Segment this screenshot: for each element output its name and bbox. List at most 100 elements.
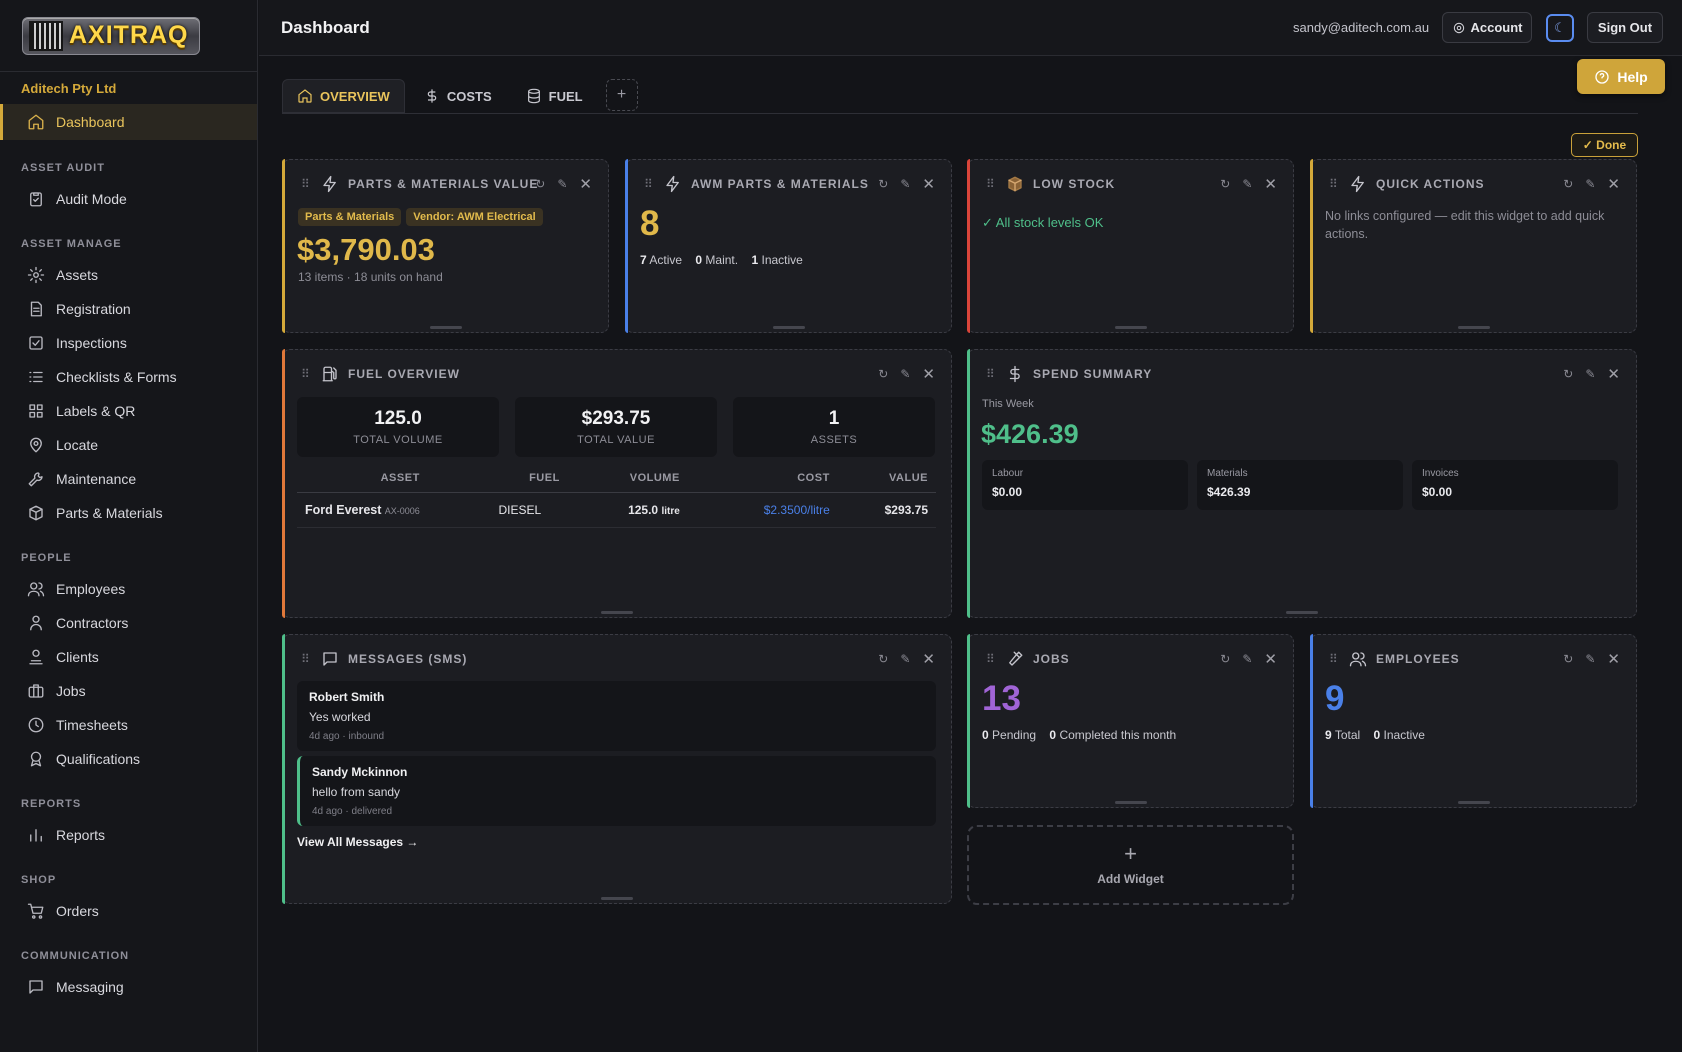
edit-icon[interactable]: ✎ (900, 367, 910, 381)
resize-handle[interactable] (772, 326, 805, 329)
refresh-icon[interactable]: ↻ (535, 177, 545, 191)
sidebar-item-timesheets[interactable]: Timesheets (0, 708, 257, 742)
sidebar-item-parts[interactable]: Parts & Materials (0, 496, 257, 530)
sidebar-item-labels[interactable]: Labels & QR (0, 394, 257, 428)
sign-out-button[interactable]: Sign Out (1587, 12, 1663, 43)
edit-icon[interactable]: ✎ (1242, 652, 1252, 666)
logo-text: AXITRAQ (69, 21, 189, 49)
sidebar-item-assets[interactable]: Assets (0, 258, 257, 292)
fuel-stat-box: $293.75 TOTAL VALUE (515, 397, 717, 457)
message-item[interactable]: Robert Smith Yes worked 4d ago · inbound (297, 681, 936, 751)
refresh-icon[interactable]: ↻ (878, 367, 888, 381)
drag-handle-icon[interactable]: ⠿ (301, 652, 315, 666)
resize-handle[interactable] (1114, 326, 1147, 329)
user-icon (30, 615, 42, 631)
wrench-icon (28, 472, 43, 487)
sidebar-item-locate[interactable]: Locate (0, 428, 257, 462)
sidebar-item-orders[interactable]: Orders (0, 894, 257, 928)
refresh-icon[interactable]: ↻ (1220, 652, 1230, 666)
sidebar-item-label: Registration (56, 301, 131, 317)
sidebar-item-inspections[interactable]: Inspections (0, 326, 257, 360)
drag-handle-icon[interactable]: ⠿ (301, 367, 315, 381)
tab-costs[interactable]: COSTS (409, 79, 507, 113)
resize-handle[interactable] (429, 326, 462, 329)
refresh-icon[interactable]: ↻ (878, 652, 888, 666)
sidebar-item-dashboard[interactable]: Dashboard (0, 104, 257, 140)
refresh-icon[interactable]: ↻ (1563, 177, 1573, 191)
dashboard-tabs: OVERVIEW COSTS FUEL + (282, 79, 638, 114)
edit-icon[interactable]: ✎ (1585, 367, 1595, 381)
sidebar-item-label: Qualifications (56, 751, 141, 767)
close-icon[interactable]: ✕ (1264, 175, 1277, 193)
help-circle-icon (1595, 69, 1609, 84)
edit-icon[interactable]: ✎ (900, 652, 910, 666)
resize-handle[interactable] (1114, 801, 1147, 804)
widget-title: MESSAGES (SMS) (348, 652, 468, 666)
edit-icon[interactable]: ✎ (900, 177, 910, 191)
logo[interactable]: AXITRAQ (22, 16, 200, 55)
close-icon[interactable]: ✕ (922, 175, 935, 193)
map-pin-icon (30, 437, 42, 453)
sidebar-item-checklists[interactable]: Checklists & Forms (0, 360, 257, 394)
resize-handle[interactable] (1286, 611, 1318, 614)
sidebar-item-jobs[interactable]: Jobs (0, 674, 257, 708)
sidebar-item-clients[interactable]: Clients (0, 640, 257, 674)
sidebar-item-audit-mode[interactable]: Audit Mode (0, 182, 257, 216)
drag-handle-icon[interactable]: ⠿ (301, 177, 315, 191)
sidebar-item-contractors[interactable]: Contractors (0, 606, 257, 640)
sidebar-item-qualifications[interactable]: Qualifications (0, 742, 257, 776)
drag-handle-icon[interactable]: ⠿ (986, 367, 1000, 381)
widget-employees: ⠿ EMPLOYEES ↻ ✎ ✕ 9 9 Total 0 Inactive (1310, 634, 1637, 808)
resize-handle[interactable] (1457, 801, 1490, 804)
drag-handle-icon[interactable]: ⠿ (644, 177, 658, 191)
tab-overview[interactable]: OVERVIEW (282, 79, 405, 113)
sidebar-item-registration[interactable]: Registration (0, 292, 257, 326)
sidebar-item-employees[interactable]: Employees (0, 572, 257, 606)
resize-handle[interactable] (601, 897, 633, 900)
clock-icon (28, 717, 44, 733)
help-button[interactable]: Help (1577, 59, 1665, 94)
drag-handle-icon[interactable]: ⠿ (1329, 177, 1343, 191)
resize-handle[interactable] (1457, 326, 1490, 329)
message-item[interactable]: Sandy Mckinnon hello from sandy 4d ago ·… (297, 756, 936, 826)
refresh-icon[interactable]: ↻ (1563, 367, 1573, 381)
drag-handle-icon[interactable]: ⠿ (1329, 652, 1343, 666)
message-icon (323, 652, 337, 666)
sidebar-item-maintenance[interactable]: Maintenance (0, 462, 257, 496)
close-icon[interactable]: ✕ (922, 650, 935, 668)
message-text: hello from sandy (312, 785, 401, 799)
bar-chart-icon (30, 829, 42, 842)
section-asset-audit: ASSET AUDIT (21, 162, 105, 174)
home-icon (28, 114, 44, 130)
theme-toggle-button[interactable]: ☾ (1546, 14, 1574, 42)
widget-controls: ↻ ✎ ✕ (1563, 650, 1620, 668)
add-tab-button[interactable]: + (605, 79, 638, 111)
edit-icon[interactable]: ✎ (1585, 177, 1595, 191)
done-button[interactable]: ✓ Done (1571, 133, 1638, 157)
add-widget-button[interactable]: + Add Widget (967, 825, 1294, 905)
table-row[interactable]: Ford Everest AX-0006 DIESEL 125.0 litre … (297, 492, 936, 528)
employees-count: 9 (1325, 679, 1345, 718)
edit-icon[interactable]: ✎ (1585, 652, 1595, 666)
close-icon[interactable]: ✕ (1607, 365, 1620, 383)
drag-handle-icon[interactable]: ⠿ (986, 652, 1000, 666)
close-icon[interactable]: ✕ (1607, 650, 1620, 668)
refresh-icon[interactable]: ↻ (878, 177, 888, 191)
close-icon[interactable]: ✕ (922, 365, 935, 383)
sidebar-item-reports[interactable]: Reports (0, 818, 257, 852)
stock-status: ✓ All stock levels OK (982, 215, 1104, 230)
resize-handle[interactable] (601, 611, 633, 614)
close-icon[interactable]: ✕ (1264, 650, 1277, 668)
close-icon[interactable]: ✕ (579, 175, 592, 193)
refresh-icon[interactable]: ↻ (1563, 652, 1573, 666)
tab-fuel[interactable]: FUEL (511, 79, 598, 113)
sidebar-item-messaging[interactable]: Messaging (0, 970, 257, 1004)
view-all-messages-link[interactable]: View All Messages → (297, 835, 418, 849)
edit-icon[interactable]: ✎ (557, 177, 567, 191)
account-button[interactable]: Account (1442, 12, 1532, 43)
refresh-icon[interactable]: ↻ (1220, 177, 1230, 191)
drag-handle-icon[interactable]: ⠿ (986, 177, 1000, 191)
sidebar-item-label: Locate (56, 437, 99, 453)
edit-icon[interactable]: ✎ (1242, 177, 1252, 191)
close-icon[interactable]: ✕ (1607, 175, 1620, 193)
